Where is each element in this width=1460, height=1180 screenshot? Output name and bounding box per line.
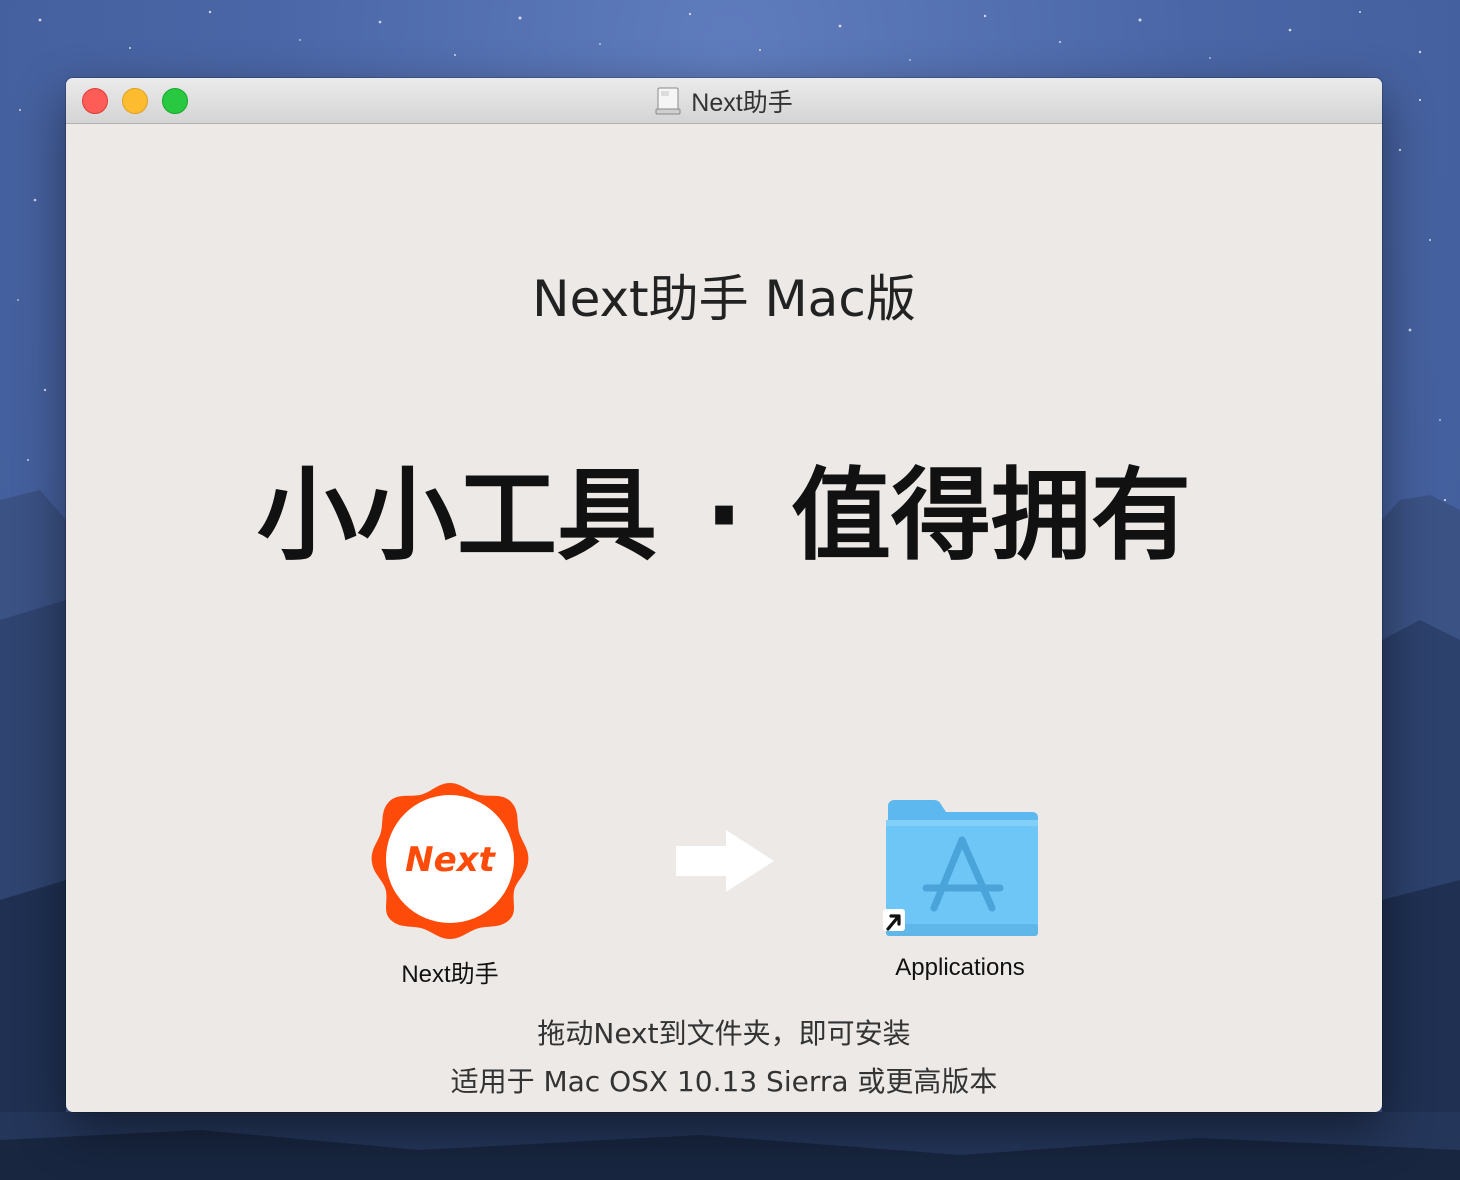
next-app-icon[interactable]: Next	[370, 779, 530, 939]
install-instruction: 拖动Next到文件夹，即可安装	[537, 1017, 911, 1050]
alias-arrow-icon	[883, 909, 905, 931]
right-arrow-icon	[676, 830, 774, 892]
slogan-separator: ·	[705, 457, 743, 574]
slogan-right: 值得拥有	[791, 457, 1191, 574]
title-bar[interactable]: Next助手	[66, 78, 1382, 124]
app-label: Next助手	[401, 961, 499, 988]
system-requirement: 适用于 Mac OSX 10.13 Sierra 或更高版本	[450, 1065, 998, 1098]
app-icon-text: Next	[405, 840, 496, 880]
slogan-left: 小小工具	[257, 457, 657, 574]
applications-label: Applications	[895, 954, 1025, 981]
disk-image-icon	[655, 87, 681, 114]
window-title: Next助手	[691, 88, 793, 117]
slogan: 小小工具 · 值得拥有	[66, 434, 1382, 579]
installer-window: Next助手 Next助手 Mac版 小小工具 · 值得拥有 Next Next助手	[66, 78, 1382, 1112]
installer-content: Next助手 Mac版 小小工具 · 值得拥有 Next Next助手 Appl…	[66, 124, 1382, 1112]
app-heading: Next助手 Mac版	[532, 270, 916, 328]
window-title-group: Next助手	[66, 78, 1382, 123]
